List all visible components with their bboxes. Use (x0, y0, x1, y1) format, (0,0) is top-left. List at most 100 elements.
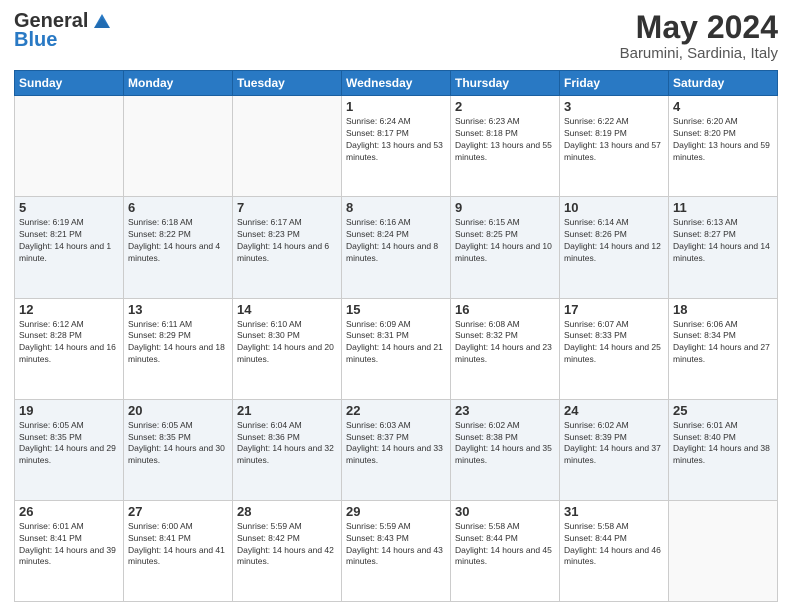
calendar-cell (669, 500, 778, 601)
calendar-cell: 21 Sunrise: 6:04 AMSunset: 8:36 PMDayligh… (233, 399, 342, 500)
header-sunday: Sunday (15, 71, 124, 96)
calendar-cell: 26 Sunrise: 6:01 AMSunset: 8:41 PMDayligh… (15, 500, 124, 601)
cell-sun-info: Sunrise: 6:14 AMSunset: 8:26 PMDaylight:… (564, 217, 664, 265)
header-thursday: Thursday (451, 71, 560, 96)
cell-date-number: 5 (19, 200, 119, 215)
calendar-week-row-2: 5 Sunrise: 6:19 AMSunset: 8:21 PMDaylight… (15, 197, 778, 298)
cell-sun-info: Sunrise: 5:58 AMSunset: 8:44 PMDaylight:… (564, 521, 664, 569)
calendar-week-row-4: 19Sunrise: 6:05 AMSunset: 8:35 PMDayligh… (15, 399, 778, 500)
cell-sun-info: Sunrise: 6:13 AMSunset: 8:27 PMDaylight:… (673, 217, 773, 265)
cell-date-number: 3 (564, 99, 664, 114)
header-monday: Monday (124, 71, 233, 96)
cell-date-number: 29 (346, 504, 446, 519)
cell-sun-info: Sunrise: 6:01 AMSunset: 8:41 PMDaylight:… (19, 521, 119, 569)
logo: General Blue (14, 10, 112, 52)
cell-sun-info: Sunrise: 6:23 AMSunset: 8:18 PMDaylight:… (455, 116, 555, 164)
header-wednesday: Wednesday (342, 71, 451, 96)
cell-sun-info: Sunrise: 6:07 AMSunset: 8:33 PMDaylight:… (564, 319, 664, 367)
cell-date-number: 14 (237, 302, 337, 317)
logo-blue-text: Blue (14, 29, 57, 52)
weekday-header-row: Sunday Monday Tuesday Wednesday Thursday… (15, 71, 778, 96)
cell-sun-info: Sunrise: 6:15 AMSunset: 8:25 PMDaylight:… (455, 217, 555, 265)
cell-date-number: 9 (455, 200, 555, 215)
cell-sun-info: Sunrise: 6:20 AMSunset: 8:20 PMDaylight:… (673, 116, 773, 164)
calendar-cell: 20Sunrise: 6:05 AMSunset: 8:35 PMDayligh… (124, 399, 233, 500)
cell-sun-info: Sunrise: 6:19 AMSunset: 8:21 PMDaylight:… (19, 217, 119, 265)
cell-date-number: 27 (128, 504, 228, 519)
cell-date-number: 25 (673, 403, 773, 418)
month-year-title: May 2024 (620, 10, 778, 45)
cell-date-number: 7 (237, 200, 337, 215)
calendar-cell: 6 Sunrise: 6:18 AMSunset: 8:22 PMDaylight… (124, 197, 233, 298)
page: General Blue May 2024 Barumini, Sardinia… (0, 0, 792, 612)
cell-sun-info: Sunrise: 6:17 AMSunset: 8:23 PMDaylight:… (237, 217, 337, 265)
cell-sun-info: Sunrise: 6:09 AMSunset: 8:31 PMDaylight:… (346, 319, 446, 367)
calendar-week-row-1: 1 Sunrise: 6:24 AMSunset: 8:17 PMDaylight… (15, 96, 778, 197)
calendar-cell: 30 Sunrise: 5:58 AMSunset: 8:44 PMDayligh… (451, 500, 560, 601)
cell-sun-info: Sunrise: 6:02 AMSunset: 8:38 PMDaylight:… (455, 420, 555, 468)
cell-sun-info: Sunrise: 5:58 AMSunset: 8:44 PMDaylight:… (455, 521, 555, 569)
cell-sun-info: Sunrise: 5:59 AMSunset: 8:43 PMDaylight:… (346, 521, 446, 569)
calendar-cell (233, 96, 342, 197)
cell-date-number: 23 (455, 403, 555, 418)
cell-date-number: 21 (237, 403, 337, 418)
cell-date-number: 26 (19, 504, 119, 519)
cell-date-number: 2 (455, 99, 555, 114)
calendar-cell: 2 Sunrise: 6:23 AMSunset: 8:18 PMDaylight… (451, 96, 560, 197)
calendar-cell: 13 Sunrise: 6:11 AMSunset: 8:29 PMDayligh… (124, 298, 233, 399)
cell-date-number: 31 (564, 504, 664, 519)
calendar-cell: 17 Sunrise: 6:07 AMSunset: 8:33 PMDayligh… (560, 298, 669, 399)
calendar-cell: 9 Sunrise: 6:15 AMSunset: 8:25 PMDaylight… (451, 197, 560, 298)
header-friday: Friday (560, 71, 669, 96)
cell-date-number: 24 (564, 403, 664, 418)
cell-date-number: 20 (128, 403, 228, 418)
calendar-cell: 3Sunrise: 6:22 AMSunset: 8:19 PMDaylight… (560, 96, 669, 197)
cell-date-number: 6 (128, 200, 228, 215)
cell-sun-info: Sunrise: 6:01 AMSunset: 8:40 PMDaylight:… (673, 420, 773, 468)
cell-sun-info: Sunrise: 6:10 AMSunset: 8:30 PMDaylight:… (237, 319, 337, 367)
cell-sun-info: Sunrise: 6:03 AMSunset: 8:37 PMDaylight:… (346, 420, 446, 468)
header-tuesday: Tuesday (233, 71, 342, 96)
calendar-cell: 31 Sunrise: 5:58 AMSunset: 8:44 PMDayligh… (560, 500, 669, 601)
cell-date-number: 18 (673, 302, 773, 317)
cell-date-number: 17 (564, 302, 664, 317)
cell-date-number: 28 (237, 504, 337, 519)
cell-sun-info: Sunrise: 6:12 AMSunset: 8:28 PMDaylight:… (19, 319, 119, 367)
calendar-cell: 15 Sunrise: 6:09 AMSunset: 8:31 PMDayligh… (342, 298, 451, 399)
cell-date-number: 30 (455, 504, 555, 519)
header-saturday: Saturday (669, 71, 778, 96)
cell-sun-info: Sunrise: 6:05 AMSunset: 8:35 PMDaylight:… (19, 420, 119, 468)
location-text: Barumini, Sardinia, Italy (620, 45, 778, 62)
cell-sun-info: Sunrise: 6:11 AMSunset: 8:29 PMDaylight:… (128, 319, 228, 367)
calendar-cell: 10 Sunrise: 6:14 AMSunset: 8:26 PMDayligh… (560, 197, 669, 298)
cell-date-number: 16 (455, 302, 555, 317)
cell-sun-info: Sunrise: 6:02 AMSunset: 8:39 PMDaylight:… (564, 420, 664, 468)
cell-sun-info: Sunrise: 6:04 AMSunset: 8:36 PMDaylight:… (237, 420, 337, 468)
cell-sun-info: Sunrise: 6:18 AMSunset: 8:22 PMDaylight:… (128, 217, 228, 265)
calendar-table: Sunday Monday Tuesday Wednesday Thursday… (14, 70, 778, 602)
calendar-cell: 12 Sunrise: 6:12 AMSunset: 8:28 PMDayligh… (15, 298, 124, 399)
cell-sun-info: Sunrise: 5:59 AMSunset: 8:42 PMDaylight:… (237, 521, 337, 569)
calendar-cell: 7 Sunrise: 6:17 AMSunset: 8:23 PMDaylight… (233, 197, 342, 298)
calendar-cell: 5 Sunrise: 6:19 AMSunset: 8:21 PMDaylight… (15, 197, 124, 298)
cell-date-number: 1 (346, 99, 446, 114)
cell-date-number: 12 (19, 302, 119, 317)
calendar-cell: 24 Sunrise: 6:02 AMSunset: 8:39 PMDayligh… (560, 399, 669, 500)
calendar-cell (124, 96, 233, 197)
calendar-cell: 8Sunrise: 6:16 AMSunset: 8:24 PMDaylight… (342, 197, 451, 298)
cell-date-number: 15 (346, 302, 446, 317)
header: General Blue May 2024 Barumini, Sardinia… (14, 10, 778, 62)
cell-date-number: 13 (128, 302, 228, 317)
cell-date-number: 11 (673, 200, 773, 215)
logo-icon (90, 10, 112, 32)
calendar-cell: 18Sunrise: 6:06 AMSunset: 8:34 PMDayligh… (669, 298, 778, 399)
calendar-cell: 1 Sunrise: 6:24 AMSunset: 8:17 PMDaylight… (342, 96, 451, 197)
cell-sun-info: Sunrise: 6:24 AMSunset: 8:17 PMDaylight:… (346, 116, 446, 164)
calendar-cell: 27Sunrise: 6:00 AMSunset: 8:41 PMDayligh… (124, 500, 233, 601)
cell-date-number: 22 (346, 403, 446, 418)
cell-date-number: 10 (564, 200, 664, 215)
calendar-week-row-3: 12 Sunrise: 6:12 AMSunset: 8:28 PMDayligh… (15, 298, 778, 399)
cell-date-number: 4 (673, 99, 773, 114)
calendar-cell: 29 Sunrise: 5:59 AMSunset: 8:43 PMDayligh… (342, 500, 451, 601)
title-block: May 2024 Barumini, Sardinia, Italy (620, 10, 778, 62)
